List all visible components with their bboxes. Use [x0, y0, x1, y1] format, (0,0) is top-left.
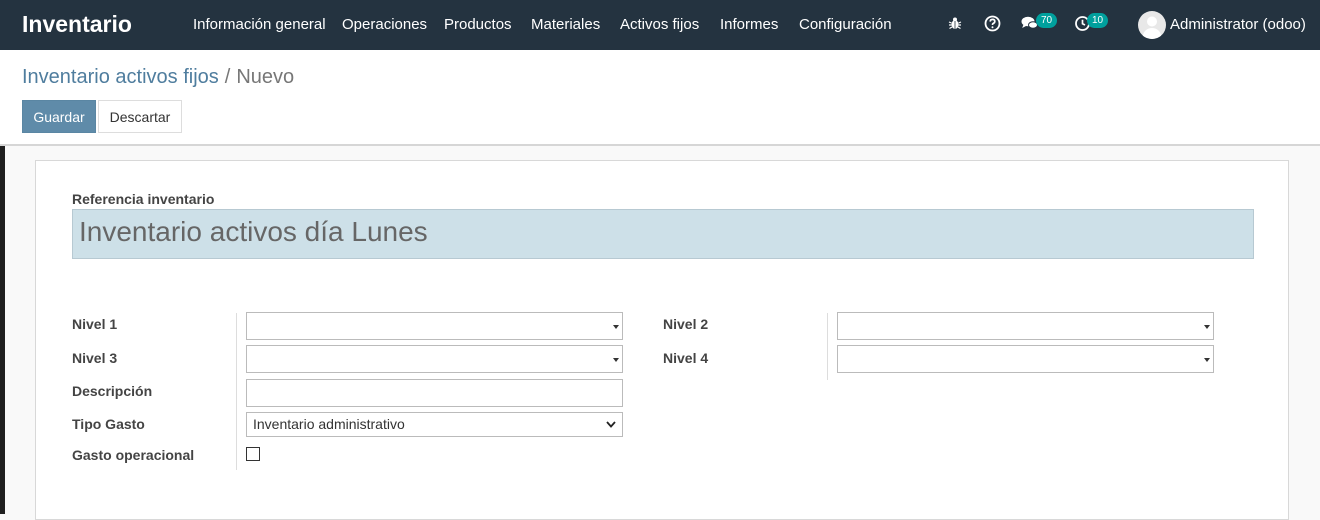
- activities-badge: 10: [1087, 13, 1109, 28]
- breadcrumb-current: Nuevo: [236, 66, 295, 88]
- menu-configuracion[interactable]: Configuración: [799, 16, 892, 33]
- nivel2-select[interactable]: [837, 312, 1214, 340]
- menu-activos-fijos[interactable]: Activos fijos: [620, 16, 699, 33]
- chevron-down-icon: [1204, 325, 1210, 329]
- nivel3-select[interactable]: [246, 345, 623, 373]
- breadcrumb-parent-link[interactable]: Inventario activos fijos: [22, 66, 219, 88]
- bug-icon[interactable]: [947, 15, 965, 33]
- nivel1-select[interactable]: [246, 312, 623, 340]
- reference-input[interactable]: Inventario activos día Lunes: [72, 209, 1254, 259]
- help-icon[interactable]: [984, 15, 1002, 33]
- chevron-down-icon: [613, 325, 619, 329]
- descripcion-label: Descripción: [72, 383, 153, 399]
- nivel4-select[interactable]: [837, 345, 1214, 373]
- chevron-down-icon: [1204, 358, 1210, 362]
- user-name[interactable]: Administrator (odoo): [1170, 16, 1306, 33]
- left-group-divider: [236, 313, 237, 470]
- tipo-gasto-value: Inventario administrativo: [253, 416, 405, 432]
- user-avatar[interactable]: [1138, 11, 1166, 39]
- nivel3-label: Nivel 3: [72, 350, 118, 366]
- menu-productos[interactable]: Productos: [444, 16, 512, 33]
- breadcrumb: Inventario activos fijos / Nuevo: [22, 66, 294, 89]
- reference-label: Referencia inventario: [72, 191, 215, 207]
- control-panel: Inventario activos fijos / Nuevo Guardar D…: [0, 50, 1320, 146]
- save-button[interactable]: Guardar: [22, 100, 96, 133]
- app-name[interactable]: Inventario: [22, 11, 132, 38]
- chevron-down-icon: [606, 421, 616, 428]
- tipo-gasto-select[interactable]: Inventario administrativo: [246, 412, 623, 437]
- menu-informes[interactable]: Informes: [720, 16, 778, 33]
- discard-button[interactable]: Descartar: [98, 100, 182, 133]
- nivel4-label: Nivel 4: [663, 350, 709, 366]
- right-group-divider: [827, 313, 828, 380]
- descripcion-input[interactable]: [246, 379, 623, 407]
- menu-materiales[interactable]: Materiales: [531, 16, 600, 33]
- control-panel-divider: [0, 144, 1320, 146]
- left-edge: [0, 146, 5, 514]
- gasto-operacional-label: Gasto operacional: [72, 447, 195, 463]
- gasto-operacional-checkbox[interactable]: [246, 447, 260, 461]
- menu-operaciones[interactable]: Operaciones: [342, 16, 427, 33]
- breadcrumb-separator: /: [224, 66, 231, 88]
- nivel1-label: Nivel 1: [72, 316, 118, 332]
- chevron-down-icon: [613, 358, 619, 362]
- form-sheet: Referencia inventario Inventario activos…: [35, 160, 1289, 520]
- messages-badge: 70: [1036, 13, 1058, 28]
- menu-informacion-general[interactable]: Información general: [193, 16, 326, 33]
- top-navbar: Inventario Información general Operacion…: [0, 0, 1320, 50]
- nivel2-label: Nivel 2: [663, 316, 709, 332]
- tipo-gasto-label: Tipo Gasto: [72, 416, 145, 432]
